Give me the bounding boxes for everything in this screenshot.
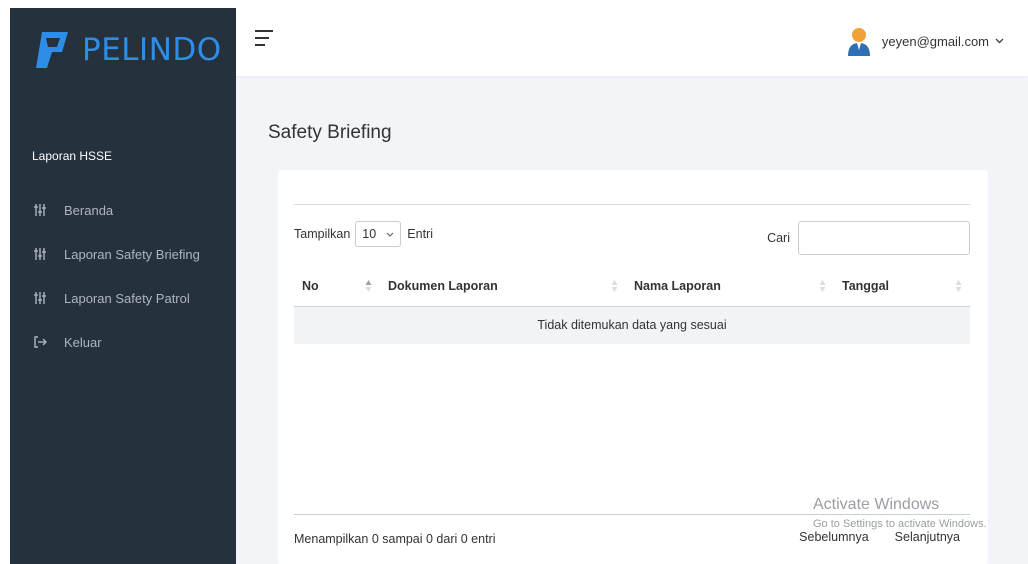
divider [294,204,970,205]
search-input[interactable] [798,221,970,255]
user-email: yeyen@gmail.com [881,33,989,49]
sort-icon [819,280,826,292]
column-header-nama-laporan[interactable]: Nama Laporan [626,266,834,307]
reports-table: No Dokumen Laporan Nama Laporan Tanggal [294,266,970,344]
windows-activation-watermark: Activate Windows Go to Settings to activ… [813,496,987,530]
sort-icon [611,280,618,292]
brand-name: PELINDO [82,32,222,68]
sliders-icon [32,290,48,306]
sidebar-item-label: Laporan Safety Briefing [64,246,200,262]
sidebar-item-label: Beranda [64,202,114,218]
sidebar-item-label: Laporan Safety Patrol [64,290,190,306]
chevron-down-icon [995,38,1004,44]
sliders-icon [32,246,48,262]
column-header-tanggal[interactable]: Tanggal [834,266,970,307]
watermark-title: Activate Windows [813,496,940,513]
sidebar-item-laporan-safety-briefing[interactable]: Laporan Safety Briefing [32,232,232,276]
pagination: Sebelumnya Selanjutnya [799,530,960,544]
sidebar-item-keluar[interactable]: Keluar [32,320,232,364]
table-row: Tidak ditemukan data yang sesuai [294,306,970,344]
page-title: Safety Briefing [268,122,392,143]
chevron-down-icon [386,232,394,237]
user-menu[interactable]: yeyen@gmail.com [846,26,1004,56]
watermark-subtitle: Go to Settings to activate Windows. [813,518,987,530]
topbar: yeyen@gmail.com [236,8,1028,76]
menu-toggle-icon[interactable] [255,30,273,48]
sidebar-section-title: Laporan HSSE [32,149,113,163]
sidebar-item-label: Keluar [64,334,102,350]
avatar [847,28,870,56]
sidebar: PELINDO Laporan HSSE Beranda Laporan Saf… [10,8,236,564]
empty-table-message: Tidak ditemukan data yang sesuai [294,306,970,344]
entries-label: Entri [407,227,433,241]
page-length-select[interactable]: 10 [355,221,402,247]
column-header-no[interactable]: No [294,266,380,307]
previous-page-button[interactable]: Sebelumnya [799,530,869,544]
search-control: Cari [767,221,970,255]
sort-icon [365,280,372,292]
sliders-icon [32,202,48,218]
page-length-control: Tampilkan 10 Entri [294,221,433,247]
sidebar-item-beranda[interactable]: Beranda [32,188,232,232]
brand[interactable]: PELINDO [32,28,222,72]
column-header-dokumen-laporan[interactable]: Dokumen Laporan [380,266,626,307]
pelindo-logo-icon [36,32,68,68]
search-label: Cari [767,231,790,245]
page-length-value: 10 [362,227,377,241]
sidebar-item-laporan-safety-patrol[interactable]: Laporan Safety Patrol [32,276,232,320]
table-info: Menampilkan 0 sampai 0 dari 0 entri [294,532,496,546]
sort-icon [955,280,962,292]
logout-icon [32,334,48,350]
next-page-button[interactable]: Selanjutnya [895,530,960,544]
page-length-label: Tampilkan [294,227,351,241]
sidebar-nav: Beranda Laporan Safety Briefing Laporan … [32,188,232,364]
